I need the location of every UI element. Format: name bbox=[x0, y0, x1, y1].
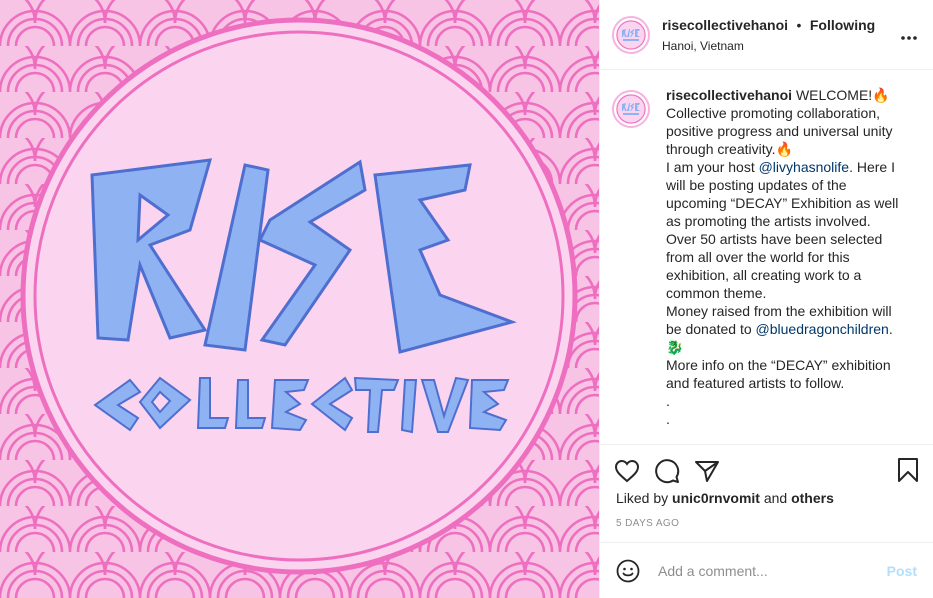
caption-line: positive progress and universal unity bbox=[666, 123, 893, 139]
caption-line: Money raised from the exhibition will bbox=[666, 303, 892, 319]
avatar-image bbox=[616, 19, 646, 50]
post-side-panel: risecollectivehanoi • Following Hanoi, V… bbox=[599, 0, 933, 598]
post-header-meta: risecollectivehanoi • Following Hanoi, V… bbox=[662, 17, 875, 53]
caption-text-part: . bbox=[888, 321, 893, 337]
more-options-icon[interactable] bbox=[901, 24, 917, 45]
caption-line: . bbox=[666, 393, 670, 409]
emoji-icon[interactable] bbox=[616, 559, 640, 583]
heart-icon-svg bbox=[614, 459, 640, 482]
bookmark-icon[interactable] bbox=[897, 457, 919, 488]
post-comment-button[interactable]: Post bbox=[887, 563, 917, 579]
caption-text-part: WELCOME!🔥 bbox=[795, 87, 890, 103]
comment-icon-svg bbox=[655, 458, 680, 483]
comment-icon[interactable] bbox=[654, 458, 680, 484]
caption-username[interactable]: risecollectivehanoi bbox=[666, 87, 792, 103]
caption-text-part: I am your host bbox=[666, 159, 759, 175]
post-timestamp[interactable]: 5 DAYS AGO bbox=[600, 518, 933, 542]
caption-line: Collective promoting collaboration, bbox=[666, 105, 880, 121]
mention-link[interactable]: @bluedragonchildren bbox=[756, 321, 889, 337]
action-bar bbox=[600, 444, 933, 496]
location-link[interactable]: Hanoi, Vietnam bbox=[662, 39, 875, 53]
comment-input[interactable] bbox=[656, 561, 887, 580]
caption-line: 🐉 bbox=[666, 339, 684, 355]
post-image[interactable] bbox=[0, 0, 599, 598]
following-button[interactable]: Following bbox=[810, 17, 875, 33]
mention-link[interactable]: @livyhasnolife bbox=[759, 159, 849, 175]
caption-text-part: be donated to bbox=[666, 321, 756, 337]
caption-line: upcoming “DECAY” Exhibition as well bbox=[666, 195, 899, 211]
caption-line: Over 50 artists have been selected bbox=[666, 231, 883, 247]
heart-icon[interactable] bbox=[614, 459, 640, 483]
caption-line: be donated to @bluedragonchildren. bbox=[666, 320, 912, 338]
caption-line: common theme. bbox=[666, 285, 767, 301]
avatar-logo bbox=[616, 20, 646, 49]
caption-line: from all over the world for this bbox=[666, 249, 850, 265]
caption-line: will be posting updates of the bbox=[666, 177, 847, 193]
avatar[interactable] bbox=[612, 15, 650, 54]
caption-avatar[interactable] bbox=[612, 90, 650, 128]
share-icon[interactable] bbox=[694, 459, 720, 483]
caption-text-part: . Here I bbox=[849, 159, 895, 175]
share-icon-svg bbox=[695, 460, 719, 482]
emoji-icon-svg bbox=[616, 559, 640, 582]
caption-line: through creativity.🔥 bbox=[666, 141, 793, 157]
bookmark-icon-svg bbox=[898, 458, 918, 482]
comment-box: Post bbox=[600, 542, 933, 598]
rise-collective-artwork bbox=[0, 0, 599, 598]
more-options-icon-svg bbox=[901, 36, 917, 40]
caption-text: risecollectivehanoi WELCOME!🔥 Collective… bbox=[666, 86, 912, 444]
post-header: risecollectivehanoi • Following Hanoi, V… bbox=[600, 0, 933, 70]
caption-line: risecollectivehanoi WELCOME!🔥 bbox=[666, 86, 912, 104]
header-username[interactable]: risecollectivehanoi bbox=[662, 17, 788, 33]
caption-line: and featured artists to follow. bbox=[666, 375, 845, 391]
caption-avatar-logo bbox=[616, 94, 646, 124]
instagram-post: risecollectivehanoi • Following Hanoi, V… bbox=[0, 0, 933, 598]
caption-line: I am your host @livyhasnolife. Here I bbox=[666, 158, 912, 176]
caption-line: exhibition, all creating work to a bbox=[666, 267, 862, 283]
separator-dot: • bbox=[796, 16, 802, 33]
caption-line: . bbox=[666, 411, 670, 427]
caption-avatar-image bbox=[616, 94, 646, 124]
caption-section: risecollectivehanoi WELCOME!🔥 Collective… bbox=[600, 70, 933, 444]
caption-line: More info on the “DECAY” exhibition bbox=[666, 357, 891, 373]
caption-line: as promoting the artists involved. bbox=[666, 213, 871, 229]
